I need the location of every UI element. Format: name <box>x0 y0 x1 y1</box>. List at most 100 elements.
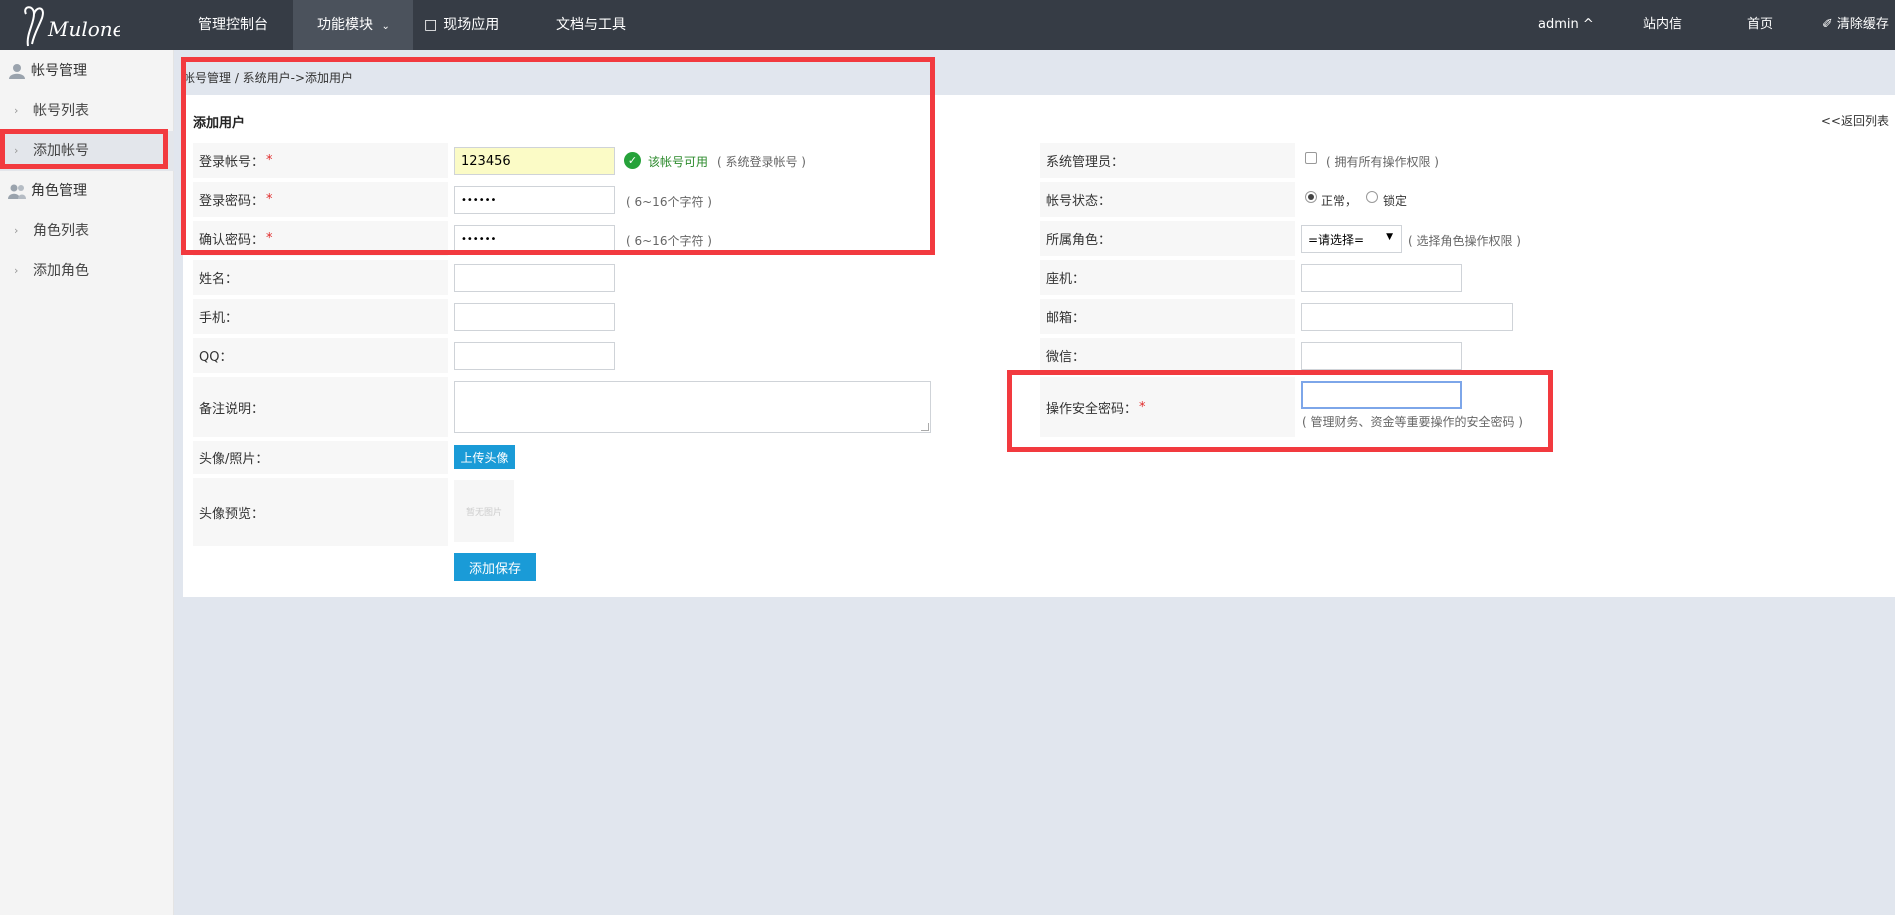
nav-docs-tools-label: 文档与工具 <box>556 17 626 33</box>
mobile-label: 手机： <box>193 299 448 334</box>
nav-onsite[interactable]: □ 现场应用 <box>424 0 499 50</box>
brush-icon: ✐ <box>1822 17 1833 32</box>
back-to-list-link[interactable]: <<返回列表 <box>1821 112 1889 129</box>
remark-label: 备注说明： <box>193 377 448 437</box>
nav-docs-tools[interactable]: 文档与工具 <box>556 0 626 50</box>
chevron-right-icon: › <box>14 264 19 277</box>
confirm-password-label-text: 确认密码： <box>199 233 265 248</box>
security-password-input[interactable] <box>1301 381 1462 409</box>
wechat-label: 微信： <box>1040 338 1295 373</box>
email-label-text: 邮箱： <box>1046 311 1086 326</box>
sidebar-group-roles-label: 角色管理 <box>31 183 87 199</box>
password-label: 登录密码： * <box>193 182 448 217</box>
login-account-input[interactable]: 123456 <box>454 147 615 175</box>
resize-grip-icon[interactable] <box>921 423 929 431</box>
sidebar-item-account-list-label: 帐号列表 <box>33 103 89 119</box>
chevron-down-icon: ⌄ <box>381 21 390 32</box>
email-input[interactable] <box>1301 303 1513 331</box>
remark-textarea[interactable] <box>454 381 931 433</box>
qq-input[interactable] <box>454 342 615 370</box>
system-admin-checkbox[interactable] <box>1305 152 1317 164</box>
system-admin-label: 系统管理员： <box>1040 143 1295 178</box>
status-locked-radio[interactable] <box>1366 191 1378 203</box>
status-normal-radio[interactable] <box>1305 191 1317 203</box>
messages-link[interactable]: 站内信 <box>1643 0 1682 50</box>
password-hint: ( 6~16个字符 ) <box>626 195 712 209</box>
preview-label-text: 头像预览： <box>199 506 265 522</box>
clear-cache-label: 清除缓存 <box>1836 17 1889 32</box>
home-label: 首页 <box>1747 17 1774 32</box>
security-password-label: 操作安全密码： * <box>1040 377 1295 437</box>
nav-onsite-label: 现场应用 <box>443 17 500 33</box>
mobile-label-text: 手机： <box>199 311 239 326</box>
sidebar-group-accounts-label: 帐号管理 <box>31 63 87 79</box>
chevron-right-icon: › <box>14 144 19 157</box>
user-menu[interactable]: admin ^ <box>1538 0 1594 50</box>
sidebar-item-add-account[interactable]: › 添加帐号 <box>0 131 174 171</box>
password-input[interactable]: •••••• <box>454 186 615 214</box>
confirm-password-label: 确认密码： * <box>193 221 448 256</box>
role-label-text: 所属角色： <box>1046 233 1112 248</box>
nav-modules-label: 功能模块 <box>317 17 373 33</box>
users-icon <box>8 184 26 199</box>
dropdown-arrow-icon: ▼ <box>1386 232 1393 242</box>
confirm-password-input[interactable]: •••••• <box>454 225 615 253</box>
nav-modules[interactable]: 功能模块 ⌄ <box>293 0 413 50</box>
wechat-input[interactable] <box>1301 342 1462 370</box>
account-status-label-text: 帐号状态： <box>1046 194 1112 209</box>
remark-label-text: 备注说明： <box>199 401 265 417</box>
required-mark: * <box>266 153 273 168</box>
role-select-value: =请选择= <box>1308 232 1365 247</box>
logo[interactable]: Mulone <box>20 4 125 48</box>
sidebar-item-role-list-label: 角色列表 <box>33 223 89 239</box>
photo-label-text: 头像/照片： <box>199 452 269 467</box>
logo-text: Mulone <box>47 17 120 41</box>
sidebar-item-add-role-label: 添加角色 <box>33 263 89 279</box>
sidebar-group-roles[interactable]: 角色管理 <box>0 171 174 211</box>
upload-avatar-button[interactable]: 上传头像 <box>454 445 515 469</box>
system-admin-label-text: 系统管理员： <box>1046 155 1125 170</box>
system-admin-hint: ( 拥有所有操作权限 ) <box>1326 155 1439 169</box>
top-navbar: Mulone 管理控制台 功能模块 ⌄ □ 现场应用 文档与工具 admin ^ … <box>0 0 1895 50</box>
role-hint: ( 选择角色操作权限 ) <box>1408 234 1521 248</box>
landline-label-text: 座机： <box>1046 272 1086 287</box>
landline-input[interactable] <box>1301 264 1462 292</box>
name-label: 姓名： <box>193 260 448 295</box>
sidebar-item-add-role[interactable]: › 添加角色 <box>0 251 174 291</box>
confirm-password-hint: ( 6~16个字符 ) <box>626 234 712 248</box>
login-account-hint: ( 系统登录帐号 ) <box>717 155 806 169</box>
clear-cache-link[interactable]: ✐ 清除缓存 <box>1822 0 1889 50</box>
email-label: 邮箱： <box>1040 299 1295 334</box>
security-password-hint: ( 管理财务、资金等重要操作的安全密码 ) <box>1302 415 1523 429</box>
chevron-right-icon: › <box>14 104 19 117</box>
sidebar-item-add-account-label: 添加帐号 <box>33 143 89 159</box>
chevron-right-icon: › <box>14 224 19 237</box>
user-icon <box>9 64 25 79</box>
login-account-label-text: 登录帐号： <box>199 155 265 170</box>
role-label: 所属角色： <box>1040 221 1295 256</box>
sidebar-item-role-list[interactable]: › 角色列表 <box>0 211 174 251</box>
status-locked-label: 锁定 <box>1383 194 1408 208</box>
breadcrumb: 帐号管理 / 系统用户->添加用户 <box>183 71 354 85</box>
account-status-label: 帐号状态： <box>1040 182 1295 217</box>
name-input[interactable] <box>454 264 615 292</box>
landline-label: 座机： <box>1040 260 1295 295</box>
role-select[interactable]: =请选择= ▼ <box>1301 225 1402 253</box>
wechat-label-text: 微信： <box>1046 350 1086 365</box>
avatar-preview: 暂无图片 <box>454 480 514 542</box>
save-button[interactable]: 添加保存 <box>454 553 536 581</box>
photo-label: 头像/照片： <box>193 441 448 474</box>
status-normal-label: 正常， <box>1321 194 1358 208</box>
sidebar-group-accounts[interactable]: 帐号管理 <box>0 51 174 91</box>
password-label-text: 登录密码： <box>199 194 265 209</box>
user-menu-label: admin ^ <box>1538 17 1594 32</box>
nav-dashboard[interactable]: 管理控制台 <box>198 0 268 50</box>
mobile-input[interactable] <box>454 303 615 331</box>
nav-dashboard-label: 管理控制台 <box>198 17 268 33</box>
required-mark: * <box>266 231 273 246</box>
account-available-text: 该帐号可用 <box>648 155 709 169</box>
home-link[interactable]: 首页 <box>1747 0 1773 50</box>
messages-label: 站内信 <box>1643 17 1683 32</box>
cube-icon: □ <box>424 17 438 33</box>
sidebar-item-account-list[interactable]: › 帐号列表 <box>0 91 174 131</box>
